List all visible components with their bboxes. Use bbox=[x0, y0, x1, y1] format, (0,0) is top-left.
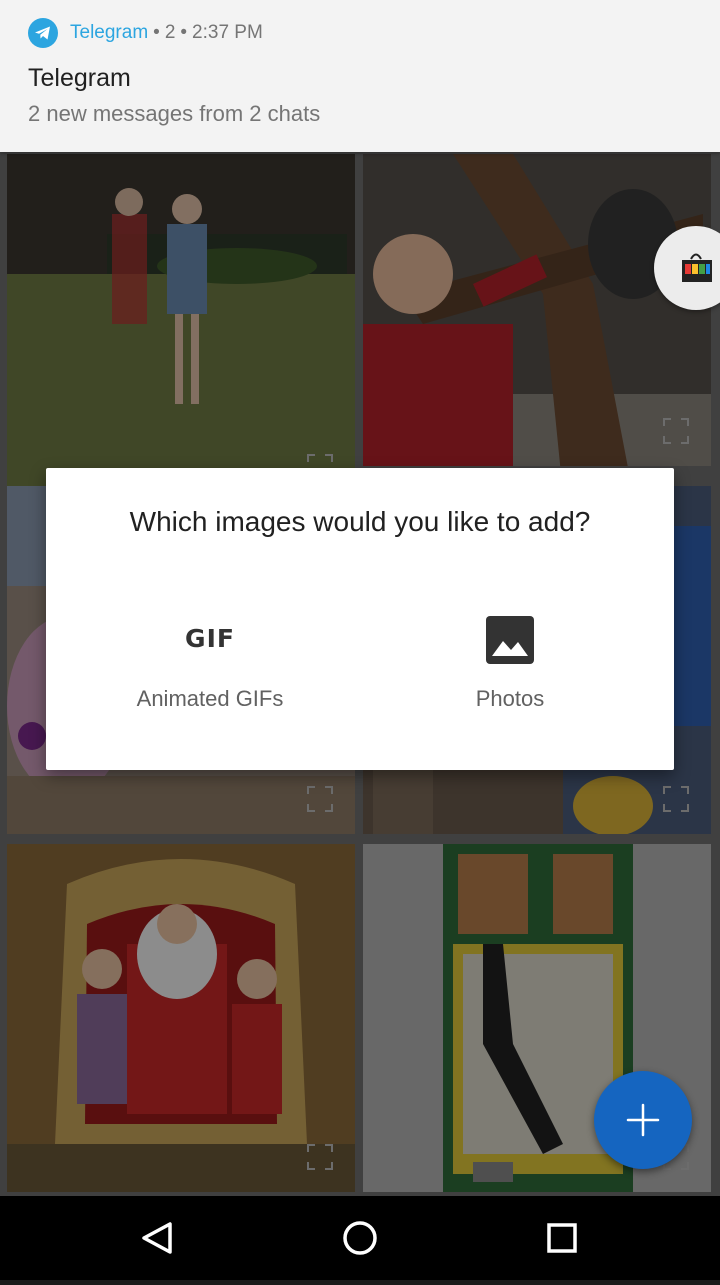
home-circle-icon bbox=[343, 1221, 377, 1255]
shopping-bag-icon bbox=[682, 253, 712, 282]
notification-count: 2 bbox=[164, 22, 176, 43]
add-fab-button[interactable] bbox=[594, 1071, 692, 1169]
photos-option[interactable]: Photos bbox=[360, 608, 660, 728]
system-navigation-bar bbox=[0, 1196, 720, 1280]
notification-text: 2 new messages from 2 chats bbox=[28, 101, 321, 126]
recents-square-icon bbox=[547, 1223, 577, 1253]
animated-gifs-label: Animated GIFs bbox=[136, 686, 284, 711]
notification-time: 2:37 PM bbox=[192, 22, 263, 43]
floating-shop-bubble[interactable] bbox=[654, 226, 720, 310]
telegram-icon bbox=[28, 18, 58, 48]
dialog-question: Which images would you like to add? bbox=[129, 506, 591, 537]
notification-app-name: Telegram bbox=[70, 22, 149, 43]
separator-dot: • bbox=[153, 22, 160, 43]
notification-header: Telegram • 2 • 2:37 PM bbox=[28, 18, 263, 48]
animated-gifs-option[interactable]: GIF Animated GIFs bbox=[60, 608, 360, 728]
recents-button[interactable] bbox=[502, 1196, 622, 1280]
separator-dot: • bbox=[180, 22, 188, 43]
notification-title: Telegram bbox=[28, 64, 131, 92]
photos-label: Photos bbox=[475, 686, 545, 711]
telegram-notification[interactable]: Telegram • 2 • 2:37 PM Telegram 2 new me… bbox=[0, 0, 720, 152]
back-button[interactable] bbox=[98, 1196, 218, 1280]
gif-icon: GIF bbox=[185, 624, 235, 653]
back-triangle-icon bbox=[142, 1222, 172, 1254]
home-button[interactable] bbox=[300, 1196, 420, 1280]
image-type-dialog: Which images would you like to add? GIF … bbox=[46, 468, 674, 770]
image-icon bbox=[486, 616, 534, 664]
plus-icon bbox=[626, 1103, 660, 1137]
